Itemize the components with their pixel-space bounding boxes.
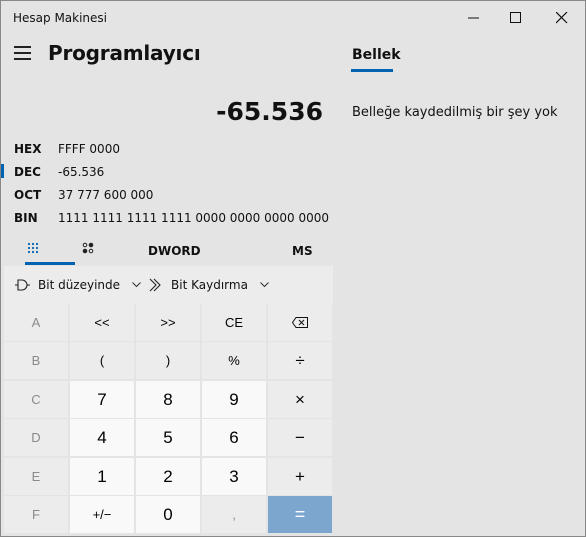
radix-oct-row[interactable]: OCT 37 777 600 000 [1,184,336,206]
key-8[interactable]: 8 [136,381,200,418]
key-b[interactable]: B [4,342,68,379]
key-shift-left[interactable]: << [70,304,134,341]
key-divide[interactable]: ÷ [268,342,332,379]
key-percent[interactable]: % [202,342,266,379]
word-size-button[interactable]: DWORD [148,244,201,258]
chevron-down-icon [132,282,141,288]
minimize-icon [468,17,479,19]
close-icon [556,12,568,24]
key-3[interactable]: 3 [202,458,266,495]
radix-value: 37 777 600 000 [58,188,154,202]
radix-dec-row[interactable]: DEC -65.536 [1,161,336,183]
key-e[interactable]: E [4,458,68,495]
key-7[interactable]: 7 [70,381,134,418]
key-subtract[interactable]: − [268,419,332,456]
radix-value: -65.536 [58,165,105,179]
memory-store-button[interactable]: MS [292,244,313,258]
key-decimal[interactable]: , [202,496,266,533]
memory-empty-message: Belleğe kaydedilmiş bir şey yok [352,105,558,120]
key-4[interactable]: 4 [70,419,134,456]
tab-active-underline [25,262,75,265]
key-backspace[interactable] [268,304,332,341]
radix-label: DEC [14,165,41,179]
bitwise-dropdown[interactable]: Bit düzeyinde [14,278,141,292]
key-5[interactable]: 5 [136,419,200,456]
chevron-down-icon [260,282,269,288]
radix-label: BIN [14,211,38,225]
logic-gate-icon [15,279,30,291]
bitshift-label: Bit Kaydırma [171,278,248,292]
key-a[interactable]: A [4,304,68,341]
tab-active-underline [351,69,393,72]
tab-bit-toggling[interactable] [79,237,99,265]
radix-label: OCT [14,188,42,202]
keypad-tabbar: DWORD MS [1,237,335,265]
key-6[interactable]: 6 [202,419,266,456]
backspace-icon [292,317,308,328]
keypad: A << >> CE B ( ) % ÷ C 7 8 9 × D 4 5 6 −… [4,304,333,534]
menu-hamburger-icon[interactable] [14,46,32,60]
minimize-button[interactable] [453,1,495,35]
mode-title: Programlayıcı [48,41,201,65]
key-negate[interactable]: +/− [70,496,134,533]
key-c[interactable]: C [4,381,68,418]
key-0[interactable]: 0 [136,496,200,533]
radix-hex-row[interactable]: HEX FFFF 0000 [1,138,336,160]
tab-full-keypad[interactable] [19,237,75,265]
key-multiply[interactable]: × [268,381,332,418]
operators-bar: Bit düzeyinde Bit Kaydırma [4,266,333,304]
keypad-grid-icon [27,242,39,254]
key-open-paren[interactable]: ( [70,342,134,379]
display-value: -65.536 [216,97,323,126]
key-9[interactable]: 9 [202,381,266,418]
key-equals[interactable]: = [268,496,332,533]
key-clear-entry[interactable]: CE [202,304,266,341]
key-add[interactable]: + [268,458,332,495]
maximize-button[interactable] [495,1,537,35]
key-close-paren[interactable]: ) [136,342,200,379]
bit-toggle-icon [82,242,94,254]
selected-indicator [1,164,4,178]
key-f[interactable]: F [4,496,68,533]
radix-bin-row[interactable]: BIN 1111 1111 1111 1111 0000 0000 0000 0… [1,207,336,229]
tab-memory[interactable]: Bellek [352,47,401,63]
bitwise-label: Bit düzeyinde [38,278,121,292]
bitshift-dropdown[interactable]: Bit Kaydırma [149,278,269,292]
close-button[interactable] [541,1,583,35]
radix-value: 1111 1111 1111 1111 0000 0000 0000 0000 [58,211,330,225]
title-bar: Hesap Makinesi [1,1,585,35]
maximize-icon [510,12,521,23]
bit-shift-icon [149,278,161,292]
calculator-window: Hesap Makinesi Programlayıcı -65.536 HEX… [0,0,586,537]
key-1[interactable]: 1 [70,458,134,495]
radix-label: HEX [14,142,42,156]
radix-value: FFFF 0000 [58,142,120,156]
key-2[interactable]: 2 [136,458,200,495]
key-d[interactable]: D [4,419,68,456]
app-title: Hesap Makinesi [13,11,108,25]
key-shift-right[interactable]: >> [136,304,200,341]
